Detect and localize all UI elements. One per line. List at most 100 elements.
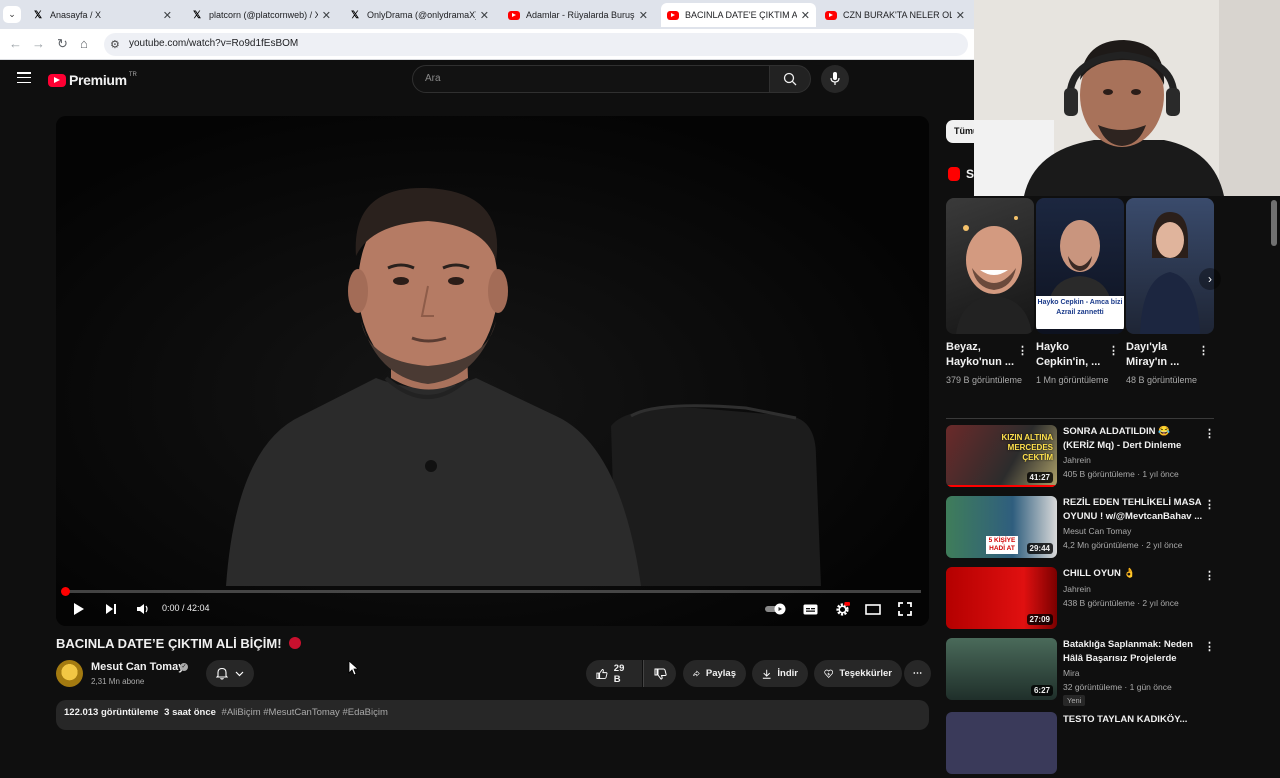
fullscreen-button[interactable] — [896, 600, 914, 618]
channel-avatar[interactable] — [56, 660, 83, 687]
logo-text: Premium — [69, 72, 127, 88]
more-vertical-icon[interactable]: ⋮ — [1198, 344, 1209, 357]
short-title[interactable]: Beyaz, Hayko'nun ... — [946, 340, 1020, 370]
more-vertical-icon[interactable]: ⋮ — [1204, 640, 1215, 653]
verified-badge-icon: ✓ — [180, 663, 188, 671]
play-button[interactable] — [70, 600, 88, 618]
recommendation-item[interactable]: 27:09 CHILL OYUN 👌 Jahrein 438 B görüntü… — [946, 567, 1216, 633]
chevron-right-icon: › — [1208, 272, 1212, 286]
more-actions-button[interactable]: ⋯ — [904, 660, 931, 687]
page-scrollbar[interactable] — [1271, 200, 1277, 246]
view-count: 122.013 görüntüleme — [64, 707, 159, 718]
close-icon[interactable]: ✕ — [322, 9, 331, 22]
hamburger-menu-icon[interactable] — [17, 72, 31, 84]
video-thumbnail — [946, 712, 1057, 774]
like-button[interactable]: 29 B — [586, 660, 642, 687]
shorts-next-button[interactable]: › — [1199, 268, 1221, 290]
close-icon[interactable]: ✕ — [639, 9, 648, 22]
recommendation-item[interactable]: 5 KİŞİYE HADİ AT 29:44 REZİL EDEN TEHLİK… — [946, 496, 1216, 562]
short-title[interactable]: Hayko Cepkin'in, ... — [1036, 340, 1110, 370]
recommendation-item[interactable]: KIZIN ALTINA MERCEDES ÇEKTİM 41:27 SONRA… — [946, 425, 1216, 491]
video-title[interactable]: TESTO TAYLAN KADIKÖY... — [1063, 713, 1203, 741]
video-title[interactable]: SONRA ALDATILDIN 😂 (KERİZ Mq) - Dert Din… — [1063, 425, 1203, 453]
settings-button[interactable] — [833, 600, 851, 618]
more-horizontal-icon: ⋯ — [912, 668, 923, 679]
video-title[interactable]: REZİL EDEN TEHLİKELİ MASA OYUNU ! w/@Mev… — [1063, 496, 1203, 524]
channel-name[interactable]: Mesut Can Tomay — [91, 661, 184, 673]
short-thumbnail-image — [1140, 212, 1200, 334]
bell-icon — [215, 667, 228, 680]
close-icon[interactable]: ✕ — [163, 9, 172, 22]
duration-badge: 27:09 — [1026, 614, 1053, 625]
search-input[interactable]: Ara — [412, 65, 770, 93]
scrubber-handle[interactable] — [61, 587, 70, 596]
site-settings-icon[interactable]: ⚙ — [110, 38, 120, 51]
webcam-image — [974, 0, 1280, 196]
thumbnail-caption: KIZIN ALTINA MERCEDES ÇEKTİM — [1001, 433, 1053, 462]
forward-arrow-icon[interactable]: → — [32, 36, 45, 51]
browser-tab[interactable]: 𝕏 Anasayfa / X ✕ — [26, 3, 178, 27]
browser-tab[interactable]: Adamlar - Rüyalarda Buruşmuş ✕ — [502, 3, 654, 27]
thumbs-down-icon — [654, 668, 667, 680]
youtube-premium-logo[interactable]: Premium TR — [48, 72, 137, 88]
short-thumbnail[interactable] — [946, 198, 1034, 334]
chevron-down-icon — [235, 671, 244, 676]
x-logo-icon: 𝕏 — [350, 9, 360, 21]
back-arrow-icon[interactable]: ← — [9, 36, 22, 51]
close-icon[interactable]: ✕ — [956, 9, 965, 22]
search-button[interactable] — [769, 65, 811, 93]
short-title[interactable]: Dayı'yla Miray'ın ... — [1126, 340, 1200, 370]
address-bar[interactable]: ⚙ youtube.com/watch?v=Ro9d1fEsBOM — [104, 33, 968, 56]
browser-tab[interactable]: CZN BURAK'TA NELER OLUYOR ✕ — [819, 3, 971, 27]
browser-tab-active[interactable]: BACINLA DATE'E ÇIKTIM ALİ BİÇİM ✕ — [661, 3, 816, 27]
browser-tab[interactable]: 𝕏 OnlyDrama (@onlydramaX) / X ✕ — [343, 3, 495, 27]
mute-button[interactable] — [133, 600, 151, 618]
dislike-button[interactable] — [643, 660, 676, 687]
fullscreen-icon — [898, 602, 912, 616]
recommendation-item[interactable]: TESTO TAYLAN KADIKÖY... — [946, 712, 1216, 778]
home-icon[interactable]: ⌂ — [80, 36, 88, 51]
video-meta: 4,2 Mn görüntüleme · 2 yıl önce — [1063, 540, 1183, 550]
filter-chip-all[interactable]: Tümü — [946, 120, 974, 143]
video-title[interactable]: Bataklığa Saplanmak: Neden Hâlâ Başarısı… — [1063, 638, 1203, 666]
channel-name[interactable]: Mira — [1063, 668, 1080, 678]
notification-bell-button[interactable] — [206, 660, 254, 687]
reload-icon[interactable]: ↻ — [57, 36, 68, 52]
search-icon — [783, 72, 797, 86]
short-thumbnail[interactable] — [1126, 198, 1214, 334]
subtitles-button[interactable] — [801, 600, 819, 618]
microphone-icon — [830, 72, 840, 85]
video-player[interactable]: 0:00 / 42:04 — [56, 116, 929, 626]
hashtags[interactable]: #AliBiçim #MesutCanTomay #EdaBiçim — [222, 707, 388, 718]
share-button[interactable]: Paylaş — [683, 660, 746, 687]
more-vertical-icon[interactable]: ⋮ — [1108, 344, 1119, 357]
more-vertical-icon[interactable]: ⋮ — [1017, 344, 1028, 357]
short-thumbnail[interactable]: Hayko Cepkin - Amca bizi Azrail zannetti — [1036, 198, 1124, 334]
share-icon — [693, 670, 700, 677]
browser-tab-strip: ⌄ 𝕏 Anasayfa / X ✕ 𝕏 platcorn (@platcorn… — [0, 0, 974, 29]
autoplay-toggle[interactable] — [764, 600, 788, 618]
more-vertical-icon[interactable]: ⋮ — [1204, 498, 1215, 511]
tab-search-chevron-icon[interactable]: ⌄ — [3, 6, 21, 23]
thanks-button[interactable]: $ Teşekkürler — [814, 660, 902, 687]
more-vertical-icon[interactable]: ⋮ — [1204, 427, 1215, 440]
browser-tab[interactable]: 𝕏 platcorn (@platcornweb) / X ✕ — [185, 3, 337, 27]
more-vertical-icon[interactable]: ⋮ — [1204, 569, 1215, 582]
short-views: 48 B görüntüleme — [1126, 375, 1198, 385]
channel-name[interactable]: Jahrein — [1063, 584, 1091, 594]
close-icon[interactable]: ✕ — [480, 9, 489, 22]
download-button[interactable]: İndir — [752, 660, 808, 687]
channel-name[interactable]: Mesut Can Tomay — [1063, 526, 1131, 536]
recommendation-item[interactable]: 6:27 Bataklığa Saplanmak: Neden Hâlâ Baş… — [946, 638, 1216, 706]
voice-search-button[interactable] — [821, 65, 849, 93]
progress-bar[interactable] — [64, 590, 921, 593]
video-thumbnail: 27:09 — [946, 567, 1057, 629]
description-box[interactable]: 122.013 görüntüleme 3 saat önce #AliBiçi… — [56, 700, 929, 730]
share-label: Paylaş — [705, 668, 736, 679]
channel-name[interactable]: Jahrein — [1063, 455, 1091, 465]
x-logo-icon: 𝕏 — [33, 9, 43, 21]
tab-title: OnlyDrama (@onlydramaX) / X — [367, 10, 476, 20]
theater-mode-button[interactable] — [864, 600, 882, 618]
close-icon[interactable]: ✕ — [801, 9, 810, 22]
next-video-button[interactable] — [102, 600, 120, 618]
